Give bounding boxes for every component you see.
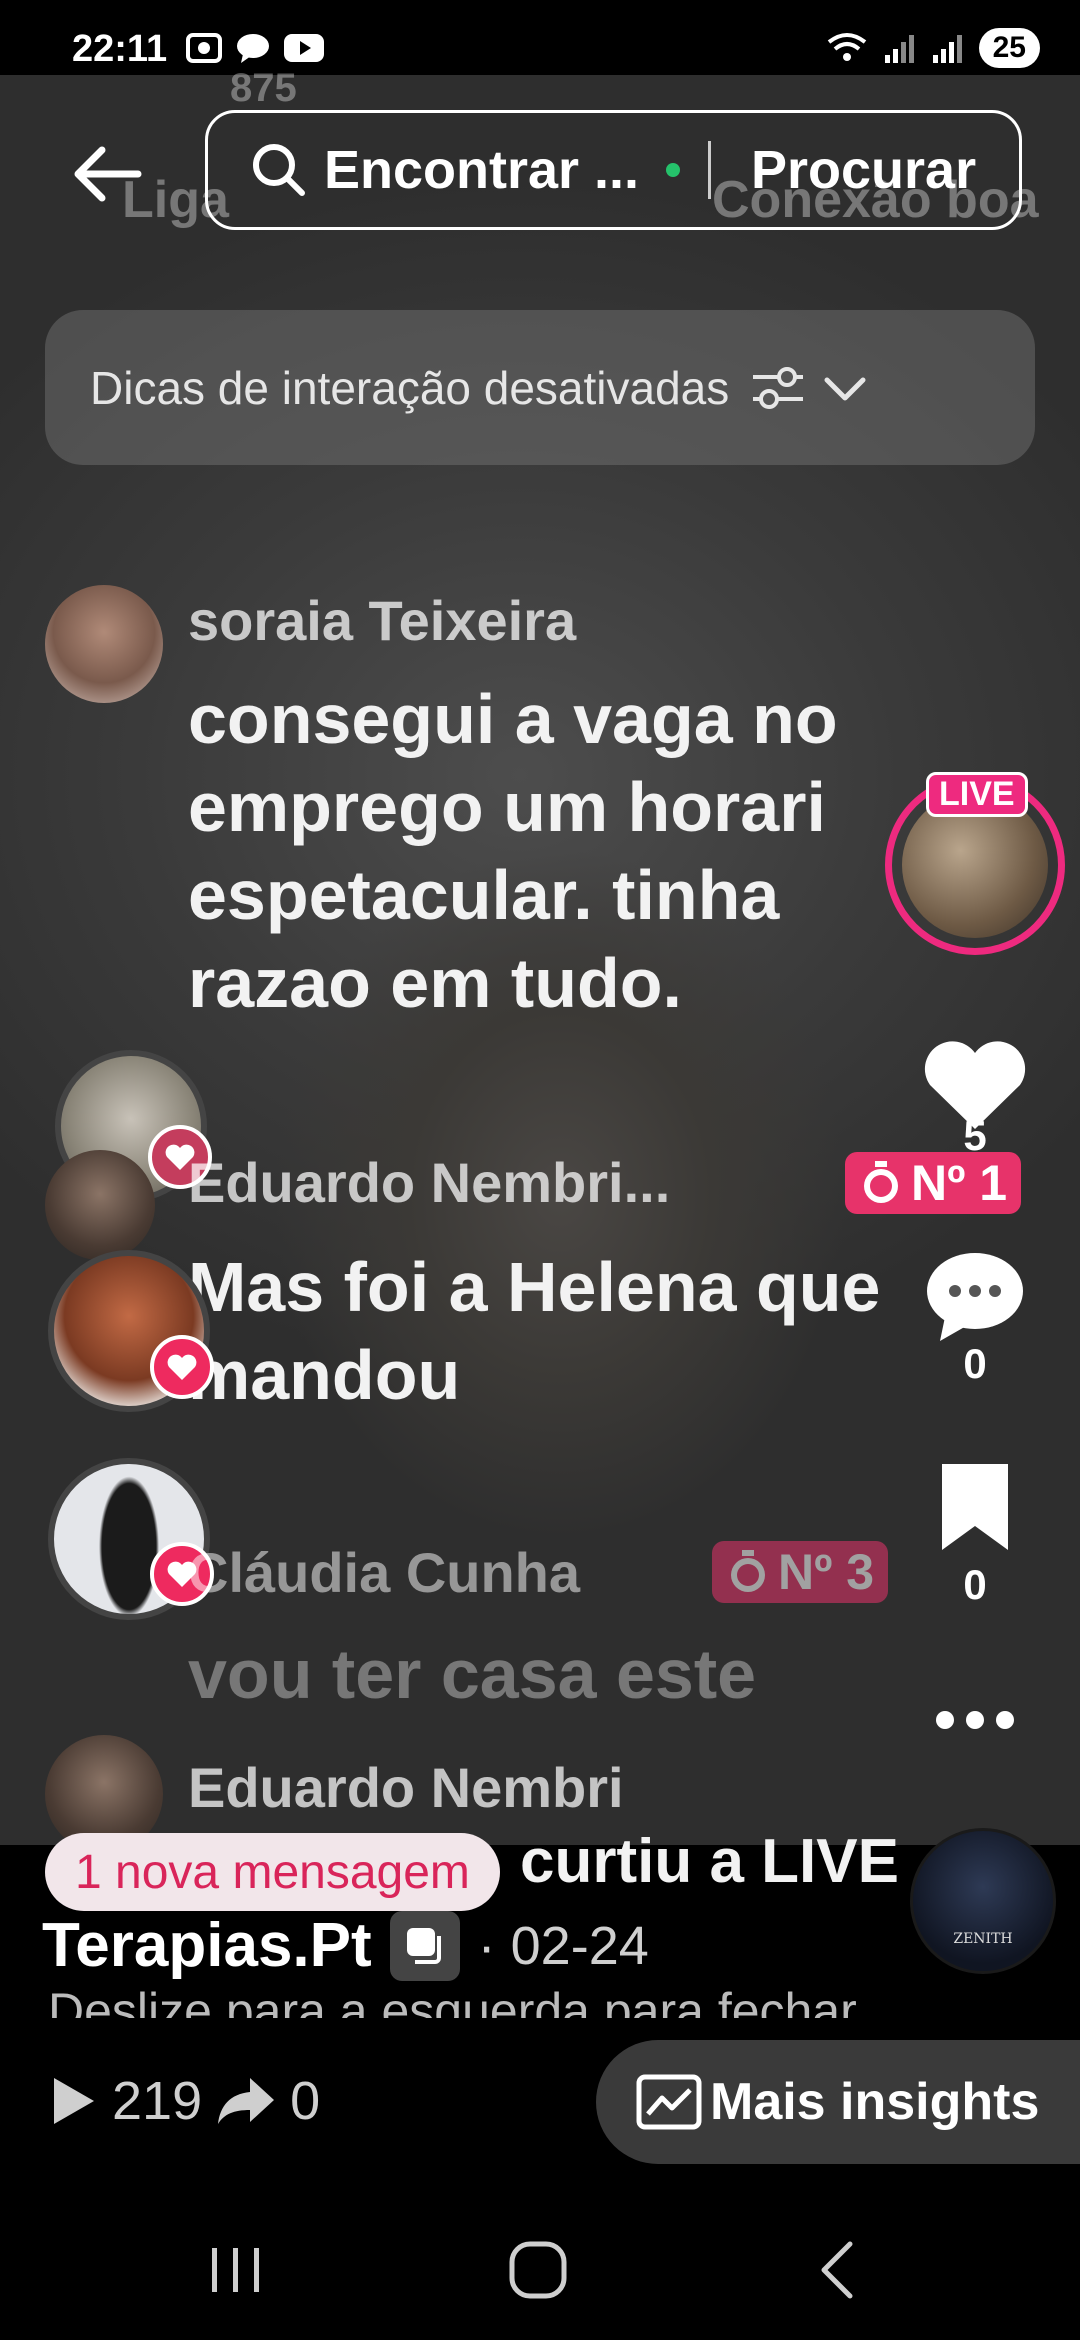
chat-icon — [237, 34, 269, 63]
comment-author[interactable]: Eduardo Nembri — [188, 1755, 624, 1820]
comment-bubble-icon — [927, 1253, 1023, 1341]
avatar[interactable] — [45, 585, 163, 703]
live-avatar[interactable]: LIVE — [885, 772, 1065, 955]
signal-icon-2 — [932, 35, 962, 63]
search-button[interactable]: Procurar — [751, 139, 976, 201]
ghost-top-text: 875 — [230, 66, 297, 110]
search-bar[interactable]: Encontrar ... Procurar — [205, 110, 1022, 230]
system-nav-bar — [0, 2190, 1080, 2340]
like-button[interactable]: 5 — [900, 1035, 1050, 1160]
channel-row: Terapias.Pt · 02-24 — [42, 1910, 649, 1981]
signal-icon — [884, 35, 914, 63]
channel-badge-icon[interactable] — [389, 1910, 460, 1981]
rank-badge: Nº 1 — [845, 1152, 1022, 1214]
status-time: 22:11 — [72, 28, 168, 70]
rank-badge: Nº 3 — [712, 1541, 889, 1603]
battery-level: 25 — [978, 28, 1040, 68]
insights-chart-icon — [636, 2074, 702, 2130]
tips-label: Dicas de interação desativadas — [90, 361, 730, 414]
play-count: 219 — [112, 2071, 203, 2131]
swipe-hint: Deslize para a esquerda para fechar — [48, 1983, 857, 2018]
heart-badge-icon — [150, 1335, 214, 1399]
screenshot-icon — [186, 33, 222, 63]
rank-text: Nº 1 — [911, 1155, 1008, 1211]
share-arrow-icon — [218, 2078, 275, 2124]
notification-icons — [185, 32, 325, 64]
comment-count: 0 — [963, 1340, 987, 1387]
search-input[interactable]: Encontrar ... — [324, 139, 654, 201]
live-dot — [666, 163, 680, 177]
top-bar: Encontrar ... Procurar — [0, 110, 1080, 230]
stopwatch-icon — [864, 1161, 898, 1203]
comment-author[interactable]: Eduardo Nembri... — [188, 1150, 670, 1215]
new-message-pill[interactable]: 1 nova mensagem — [45, 1833, 500, 1911]
bookmark-icon — [942, 1464, 1008, 1550]
post-date: · 02-24 — [477, 1915, 649, 1976]
comment-author[interactable]: soraia Teixeira — [188, 588, 576, 653]
more-insights-button[interactable]: Mais insights — [596, 2040, 1080, 2164]
music-disc[interactable]: ZENITH — [910, 1828, 1056, 1974]
search-icon — [253, 144, 305, 196]
play-icon — [54, 2078, 94, 2124]
interaction-tips-bar[interactable]: Dicas de interação desativadas — [45, 310, 1035, 465]
back-arrow-icon[interactable] — [68, 134, 148, 214]
channel-name[interactable]: Terapias.Pt — [42, 1910, 372, 1981]
filter-sliders-icon[interactable] — [749, 363, 807, 413]
system-icons: 25 — [825, 28, 1040, 68]
recents-icon[interactable] — [196, 2230, 276, 2310]
more-dots-icon — [936, 1711, 1014, 1729]
insights-label: Mais insights — [710, 2073, 1040, 2131]
chevron-down-icon[interactable] — [821, 368, 869, 408]
stats-row: 219 0 — [48, 2070, 320, 2132]
home-icon[interactable] — [498, 2230, 578, 2310]
search-divider — [708, 141, 711, 199]
save-count: 0 — [963, 1561, 987, 1608]
comment-author[interactable]: Cláudia Cunha — [188, 1540, 580, 1605]
album-title: ZENITH — [953, 1931, 1013, 1947]
back-nav-icon[interactable] — [800, 2230, 880, 2310]
more-options-button[interactable] — [900, 1705, 1050, 1740]
share-count: 0 — [290, 2071, 321, 2131]
live-badge: LIVE — [926, 772, 1028, 817]
stopwatch-icon — [731, 1550, 765, 1592]
wifi-icon — [827, 33, 866, 61]
avatar[interactable] — [45, 1150, 155, 1260]
rank-text: Nº 3 — [778, 1544, 875, 1600]
save-button[interactable]: 0 — [900, 1462, 1050, 1609]
comment-text: consegui a vaga no — [188, 680, 838, 758]
status-bar: 22:11 25 — [0, 0, 1080, 75]
youtube-icon — [284, 34, 324, 62]
comment-text: razao em tudo. — [188, 944, 682, 1022]
comment-button[interactable]: 0 — [900, 1245, 1050, 1388]
